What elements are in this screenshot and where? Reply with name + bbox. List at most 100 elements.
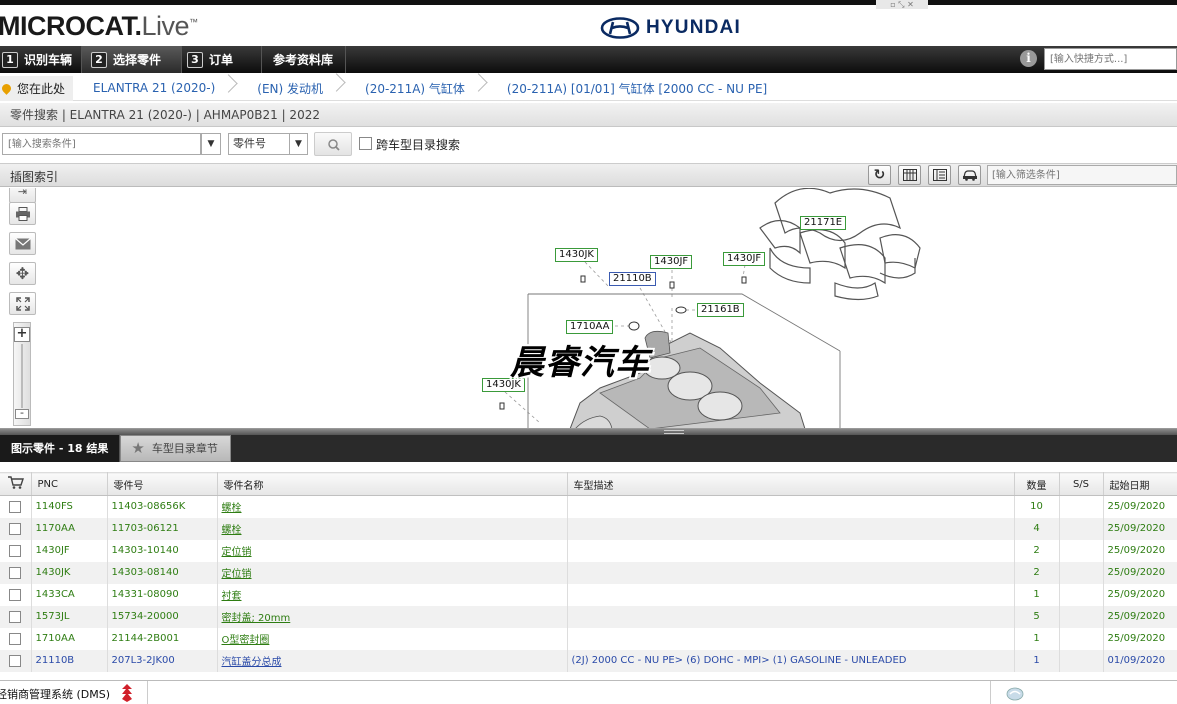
breadcrumb-cylinder-block[interactable]: (20-211A) 气缸体 bbox=[345, 80, 487, 97]
list-icon bbox=[932, 169, 947, 181]
row-checkbox[interactable] bbox=[9, 632, 21, 645]
cell-pnc: 1170AA bbox=[31, 517, 108, 540]
cell-part-no: 15734-20000 bbox=[107, 605, 218, 628]
dms-label[interactable]: 经销商管理系统 (DMS) bbox=[0, 686, 110, 702]
cell-ss bbox=[1059, 583, 1104, 606]
part-name-link[interactable]: 螺栓 bbox=[222, 525, 242, 536]
search-history-dropdown[interactable]: ▼ bbox=[201, 133, 221, 155]
sync-icon[interactable] bbox=[1006, 685, 1024, 701]
status-divider bbox=[990, 681, 991, 704]
cart-column-header[interactable] bbox=[0, 472, 32, 496]
row-checkbox[interactable] bbox=[9, 522, 21, 535]
breadcrumb-here-label: 您在此处 bbox=[17, 81, 66, 96]
cell-start-date: 25/09/2020 bbox=[1103, 583, 1177, 606]
col-ss[interactable]: S/S bbox=[1059, 472, 1104, 496]
part-name-link[interactable]: 螺栓 bbox=[222, 503, 242, 514]
col-pnc[interactable]: PNC bbox=[31, 472, 108, 496]
callout-1430JK[interactable]: 1430JK bbox=[555, 248, 598, 262]
cell-pnc: 1140FS bbox=[31, 495, 108, 518]
col-qty[interactable]: 数量 bbox=[1014, 472, 1060, 496]
col-part-no[interactable]: 零件号 bbox=[107, 472, 218, 496]
part-name-link[interactable]: 衬套 bbox=[222, 591, 242, 602]
cell-part-name: 螺栓 bbox=[217, 517, 568, 540]
parts-table: PNC 零件号 零件名称 车型描述 数量 S/S 起始日期 1140FS 1140… bbox=[0, 472, 1177, 672]
cell-part-name: 衬套 bbox=[217, 583, 568, 606]
part-name-link[interactable]: 汽缸盖分总成 bbox=[222, 657, 282, 668]
breadcrumb-engine[interactable]: (EN) 发动机 bbox=[237, 80, 345, 97]
table-row[interactable]: 1430JF 14303-10140 定位销 2 25/09/2020 bbox=[0, 539, 1177, 562]
part-name-link[interactable]: 定位销 bbox=[222, 569, 252, 580]
nav-identify-vehicle[interactable]: 1 识别车辆 bbox=[0, 46, 82, 73]
cell-model-desc bbox=[567, 627, 1015, 650]
cell-part-name: 汽缸盖分总成 bbox=[217, 649, 568, 672]
cross-model-label: 跨车型目录搜索 bbox=[376, 138, 461, 152]
part-name-link[interactable]: 定位销 bbox=[222, 547, 252, 558]
cross-model-checkbox[interactable] bbox=[359, 137, 372, 150]
callout-21110B[interactable]: 21110B bbox=[609, 272, 656, 286]
nav-reference-library[interactable]: 参考资料库 bbox=[262, 46, 346, 73]
grid-view-button[interactable] bbox=[898, 165, 921, 185]
table-row[interactable]: 1140FS 11403-08656K 螺栓 10 25/09/2020 bbox=[0, 495, 1177, 518]
list-view-button[interactable] bbox=[928, 165, 951, 185]
row-checkbox[interactable] bbox=[9, 654, 21, 667]
cell-ss bbox=[1059, 495, 1104, 518]
search-type-select[interactable]: 零件号 ▼ bbox=[228, 133, 308, 155]
table-row[interactable]: 1170AA 11703-06121 螺栓 4 25/09/2020 bbox=[0, 517, 1177, 540]
status-divider bbox=[147, 681, 148, 704]
grid-icon bbox=[902, 169, 917, 181]
callout-1430JF[interactable]: 1430JF bbox=[650, 255, 693, 269]
result-tabs: 图示零件 - 18 结果 ★ 车型目录章节 bbox=[0, 435, 1177, 462]
nav-label: 订单 bbox=[209, 53, 234, 67]
table-row[interactable]: 1710AA 21144-2B001 O型密封圈 1 25/09/2020 bbox=[0, 627, 1177, 650]
part-name-link[interactable]: O型密封圈 bbox=[222, 635, 270, 646]
cell-qty: 1 bbox=[1014, 627, 1060, 650]
cell-qty: 5 bbox=[1014, 605, 1060, 628]
table-row[interactable]: 1573JL 15734-20000 密封盖; 20mm 5 25/09/2020 bbox=[0, 605, 1177, 628]
row-checkbox[interactable] bbox=[9, 500, 21, 513]
row-checkbox[interactable] bbox=[9, 588, 21, 601]
quick-shortcut-input[interactable] bbox=[1044, 48, 1177, 70]
illustration-diagram[interactable]: ⇥ ✥ + - 21171E 1430JK 1430JF 1430JF 2111… bbox=[0, 188, 1177, 429]
callout-1430JF-2[interactable]: 1430JF bbox=[723, 252, 766, 266]
cell-start-date: 25/09/2020 bbox=[1103, 517, 1177, 540]
table-row[interactable]: 1430JK 14303-08140 定位销 2 25/09/2020 bbox=[0, 561, 1177, 584]
cell-start-date: 25/09/2020 bbox=[1103, 539, 1177, 562]
col-start-date[interactable]: 起始日期 bbox=[1103, 472, 1177, 496]
refresh-icon: ↻ bbox=[873, 167, 886, 183]
illustration-index-title: 插图索引 bbox=[10, 170, 59, 184]
nav-select-parts[interactable]: 2 选择零件 bbox=[82, 46, 182, 73]
breadcrumb-vehicle[interactable]: ELANTRA 21 (2020-) bbox=[73, 81, 237, 95]
callout-1710AA[interactable]: 1710AA bbox=[566, 320, 614, 334]
table-row[interactable]: 21110B 207L3-2JK00 汽缸盖分总成 (2J) 2000 CC - NU… bbox=[0, 649, 1177, 672]
nav-order[interactable]: 3 订单 bbox=[182, 46, 262, 73]
tab-catalog-sections[interactable]: ★ 车型目录章节 bbox=[120, 435, 231, 462]
tab-illustrated-parts[interactable]: 图示零件 - 18 结果 bbox=[0, 435, 121, 462]
cell-ss bbox=[1059, 539, 1104, 562]
part-name-link[interactable]: 密封盖; 20mm bbox=[222, 613, 291, 624]
nav-step-1: 1 bbox=[2, 51, 18, 68]
dms-icon[interactable] bbox=[121, 684, 133, 702]
callout-21161B[interactable]: 21161B bbox=[697, 303, 744, 317]
cell-model-desc: (2J) 2000 CC - NU PE> (6) DOHC - MPI> (1… bbox=[567, 649, 1015, 672]
callout-21171E[interactable]: 21171E bbox=[800, 216, 847, 230]
table-row[interactable]: 1433CA 14331-08090 衬套 1 25/09/2020 bbox=[0, 583, 1177, 606]
cell-pnc: 1433CA bbox=[31, 583, 108, 606]
info-icon[interactable]: i bbox=[1020, 50, 1037, 67]
splitter-grip[interactable] bbox=[664, 430, 684, 434]
col-part-name[interactable]: 零件名称 bbox=[217, 472, 568, 496]
window-controls[interactable]: ▫ ⤡ ✕ bbox=[876, 0, 928, 9]
vehicle-button[interactable] bbox=[958, 165, 981, 185]
search-input[interactable] bbox=[2, 133, 201, 155]
filter-input[interactable] bbox=[987, 165, 1177, 185]
col-model-desc[interactable]: 车型描述 bbox=[567, 472, 1015, 496]
row-checkbox[interactable] bbox=[9, 566, 21, 579]
row-checkbox[interactable] bbox=[9, 610, 21, 623]
cell-ss bbox=[1059, 517, 1104, 540]
refresh-button[interactable]: ↻ bbox=[868, 165, 891, 185]
breadcrumb-cylinder-block-detail[interactable]: (20-211A) [01/01] 气缸体 [2000 CC - NU PE] bbox=[487, 80, 789, 97]
cell-ss bbox=[1059, 649, 1104, 672]
row-checkbox[interactable] bbox=[9, 544, 21, 557]
search-button[interactable] bbox=[314, 132, 352, 156]
logo-tm: ™ bbox=[189, 17, 198, 27]
nav-label: 参考资料库 bbox=[273, 53, 334, 67]
